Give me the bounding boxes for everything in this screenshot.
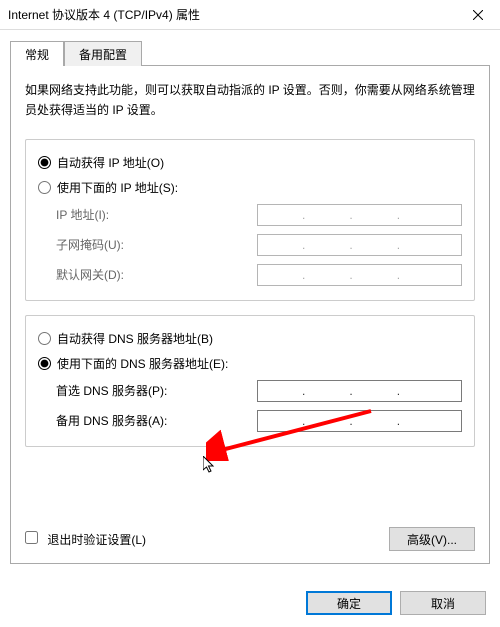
ip-oct [353, 265, 397, 285]
dns-group: 自动获得 DNS 服务器地址(B) 使用下面的 DNS 服务器地址(E): 首选… [25, 315, 475, 447]
ip-oct [258, 235, 302, 255]
validate-label[interactable]: 退出时验证设置(L) [47, 533, 146, 547]
field-ip-address: IP 地址(I): . . . [38, 200, 462, 230]
ip-oct[interactable] [353, 411, 397, 431]
description-text: 如果网络支持此功能，则可以获取自动指派的 IP 设置。否则，你需要从网络系统管理… [25, 80, 475, 121]
subnet-label: 子网掩码(U): [56, 236, 124, 253]
close-button[interactable] [455, 0, 500, 30]
radio-ip-manual[interactable] [38, 181, 51, 194]
radio-ip-auto-label[interactable]: 自动获得 IP 地址(O) [57, 154, 164, 171]
ip-oct [353, 235, 397, 255]
dns-alternate-label: 备用 DNS 服务器(A): [56, 412, 167, 429]
panel-general: 如果网络支持此功能，则可以获取自动指派的 IP 设置。否则，你需要从网络系统管理… [10, 66, 490, 564]
radio-dns-auto[interactable] [38, 332, 51, 345]
ip-address-input: . . . [257, 204, 462, 226]
ip-oct [305, 235, 349, 255]
field-dns-alternate: 备用 DNS 服务器(A): . . . [38, 406, 462, 436]
radio-dns-manual[interactable] [38, 357, 51, 370]
radio-dns-auto-label[interactable]: 自动获得 DNS 服务器地址(B) [57, 330, 213, 347]
ip-address-label: IP 地址(I): [56, 206, 109, 223]
subnet-input: . . . [257, 234, 462, 256]
tab-alternate[interactable]: 备用配置 [64, 41, 142, 66]
validate-checkbox[interactable] [25, 531, 38, 544]
exit-row: 退出时验证设置(L) 高级(V)... [25, 527, 475, 551]
radio-row-dns-manual: 使用下面的 DNS 服务器地址(E): [38, 351, 462, 376]
tab-general[interactable]: 常规 [10, 41, 64, 66]
ip-oct [305, 205, 349, 225]
radio-row-dns-auto: 自动获得 DNS 服务器地址(B) [38, 326, 462, 351]
cancel-button[interactable]: 取消 [400, 591, 486, 615]
ip-group: 自动获得 IP 地址(O) 使用下面的 IP 地址(S): IP 地址(I): … [25, 139, 475, 301]
tab-alternate-label: 备用配置 [79, 48, 127, 62]
ok-button-label: 确定 [337, 597, 361, 611]
radio-row-ip-auto: 自动获得 IP 地址(O) [38, 150, 462, 175]
field-subnet: 子网掩码(U): . . . [38, 230, 462, 260]
ip-oct [258, 265, 302, 285]
radio-ip-manual-label[interactable]: 使用下面的 IP 地址(S): [57, 179, 178, 196]
ip-oct [258, 205, 302, 225]
ip-oct[interactable] [258, 381, 302, 401]
cursor-icon [203, 456, 219, 476]
ip-oct[interactable] [353, 381, 397, 401]
radio-row-ip-manual: 使用下面的 IP 地址(S): [38, 175, 462, 200]
gateway-input: . . . [257, 264, 462, 286]
window-title: Internet 协议版本 4 (TCP/IPv4) 属性 [8, 6, 200, 23]
gateway-label: 默认网关(D): [56, 266, 124, 283]
dns-preferred-label: 首选 DNS 服务器(P): [56, 382, 167, 399]
field-gateway: 默认网关(D): . . . [38, 260, 462, 290]
ip-oct [400, 235, 444, 255]
ip-oct [400, 265, 444, 285]
radio-ip-auto[interactable] [38, 156, 51, 169]
ip-oct[interactable] [400, 411, 444, 431]
radio-dns-manual-label[interactable]: 使用下面的 DNS 服务器地址(E): [57, 355, 228, 372]
dialog-footer: 确定 取消 [306, 591, 486, 615]
tab-general-label: 常规 [25, 48, 49, 62]
titlebar: Internet 协议版本 4 (TCP/IPv4) 属性 [0, 0, 500, 30]
ip-oct [400, 205, 444, 225]
ip-oct [305, 265, 349, 285]
dns-preferred-input[interactable]: . . . [257, 380, 462, 402]
ip-oct[interactable] [305, 381, 349, 401]
field-dns-preferred: 首选 DNS 服务器(P): . . . [38, 376, 462, 406]
ok-button[interactable]: 确定 [306, 591, 392, 615]
dns-alternate-input[interactable]: . . . [257, 410, 462, 432]
ip-oct[interactable] [305, 411, 349, 431]
ip-oct[interactable] [258, 411, 302, 431]
ip-oct[interactable] [400, 381, 444, 401]
tabstrip: 常规 备用配置 [10, 40, 490, 66]
cancel-button-label: 取消 [431, 597, 455, 611]
advanced-button-label: 高级(V)... [407, 533, 457, 547]
close-icon [473, 10, 483, 20]
ip-oct [353, 205, 397, 225]
advanced-button[interactable]: 高级(V)... [389, 527, 475, 551]
